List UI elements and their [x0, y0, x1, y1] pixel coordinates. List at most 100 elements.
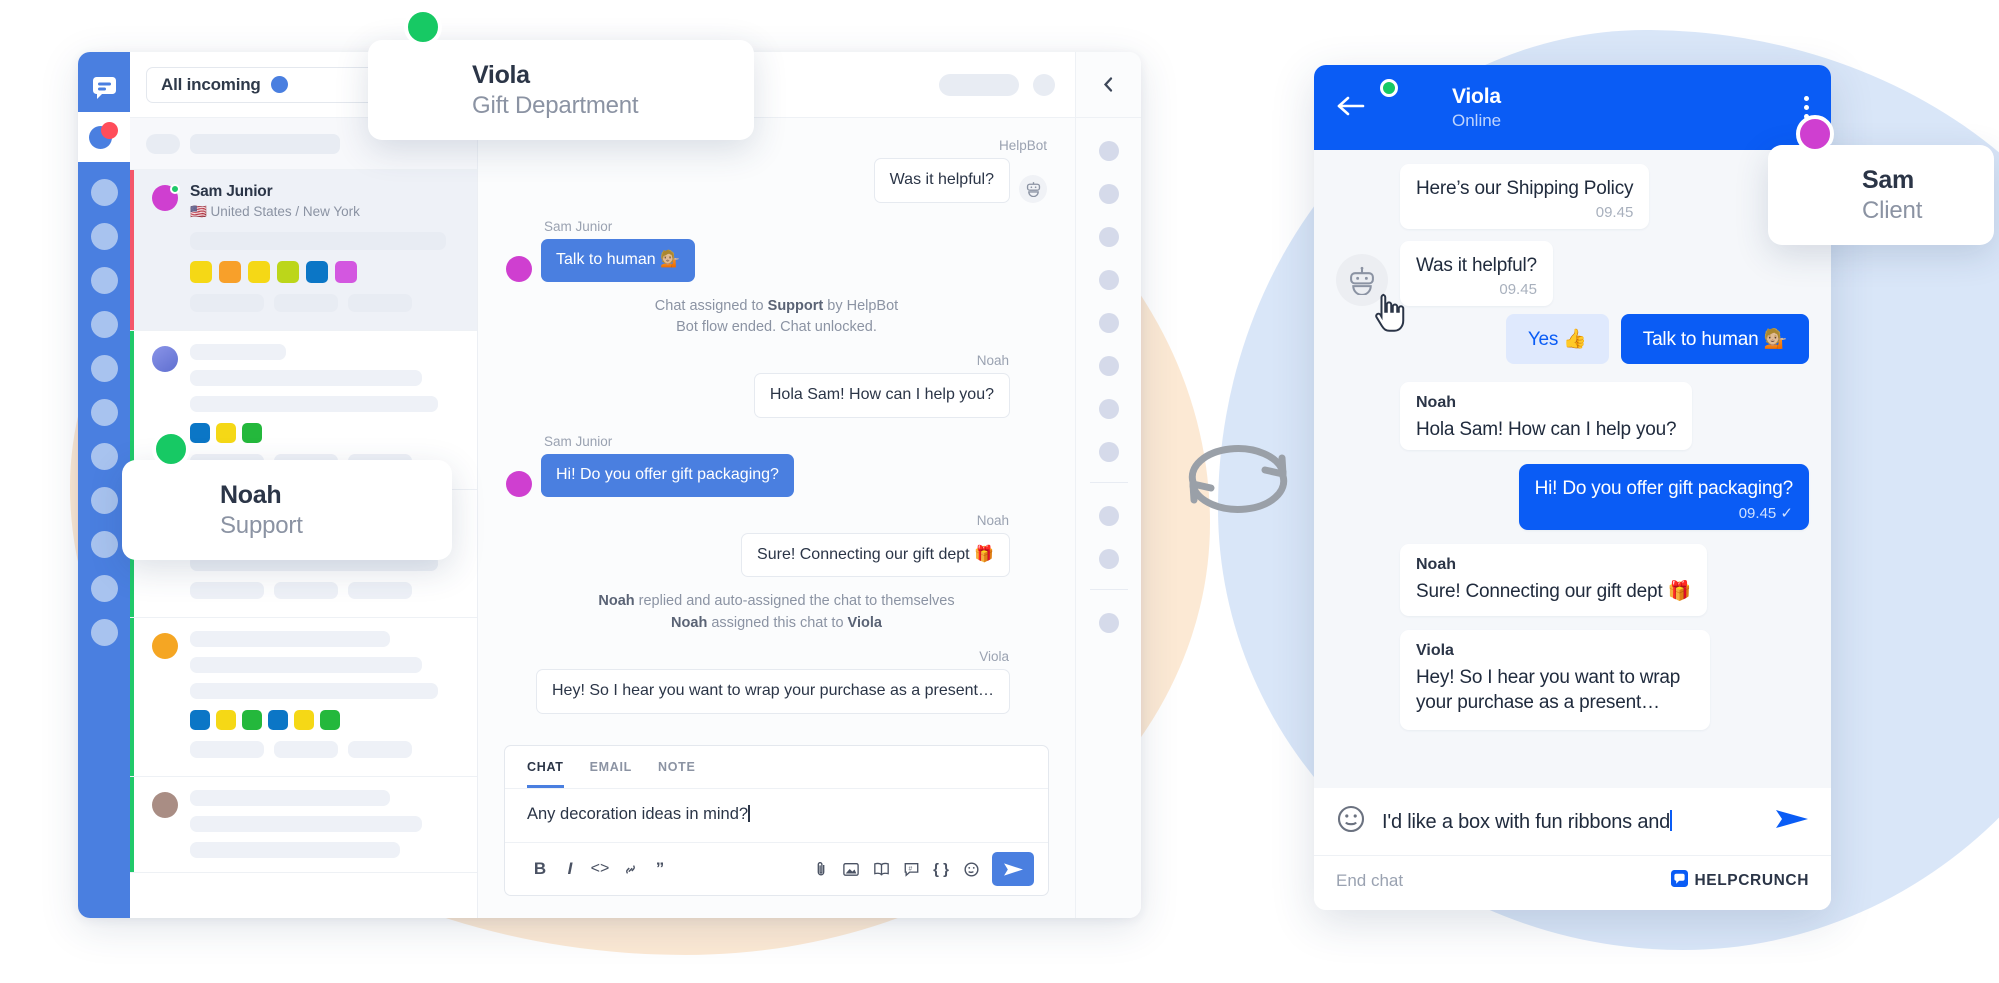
tag-chip[interactable]: [294, 710, 314, 730]
details-placeholder-dot[interactable]: [1098, 399, 1119, 419]
widget-bottom-bar: End chat HELPCRUNCH: [1314, 856, 1831, 910]
message-bubble: Hi! Do you offer gift packaging?: [541, 453, 794, 497]
message-row: Was it helpful?: [506, 158, 1047, 203]
tag-chip[interactable]: [335, 261, 357, 283]
tag-chip[interactable]: [248, 261, 270, 283]
details-placeholder-dot[interactable]: [1098, 141, 1119, 161]
avatar: [506, 470, 532, 497]
variable-icon[interactable]: { }: [926, 855, 956, 883]
message-row: Hola Sam! How can I help you?: [506, 373, 1047, 418]
details-placeholder-dot[interactable]: [1098, 356, 1119, 376]
italic-icon[interactable]: I: [555, 855, 585, 883]
message-sender: Noah: [1416, 394, 1456, 412]
profile-card-role: Support: [220, 511, 303, 539]
details-placeholder-dot[interactable]: [1098, 184, 1119, 204]
rail-item-contacts[interactable]: [78, 112, 130, 162]
widget-input-value: I'd like a box with fun ribbons and: [1382, 810, 1671, 833]
quick-reply-group: Yes 👍 Talk to human 💁🏼: [1336, 314, 1809, 365]
composer-input[interactable]: Any decoration ideas in mind?: [505, 789, 1048, 843]
emoji-icon[interactable]: [956, 855, 986, 883]
helpcrunch-branding[interactable]: HELPCRUNCH: [1670, 870, 1810, 892]
details-placeholder-dot[interactable]: [1098, 506, 1119, 526]
list-item-meta: [190, 294, 461, 312]
noah-avatar: [32, 424, 204, 596]
message-row: Hi! Do you offer gift packaging? 09.45 ✓: [1336, 464, 1809, 531]
image-icon[interactable]: [836, 855, 866, 883]
profile-card-role: Gift Department: [472, 91, 639, 119]
tag-chip[interactable]: [306, 261, 328, 283]
end-chat-button[interactable]: End chat: [1336, 871, 1403, 891]
rail-item-placeholder[interactable]: [90, 267, 118, 294]
details-placeholder-dot[interactable]: [1098, 613, 1119, 633]
list-item-tags: [190, 710, 461, 730]
tag-chip[interactable]: [190, 261, 212, 283]
tag-chip[interactable]: [277, 261, 299, 283]
list-item-name: Sam Junior: [190, 183, 273, 200]
send-button[interactable]: [992, 852, 1034, 886]
tab-email[interactable]: EMAIL: [590, 760, 632, 788]
message-sender: Viola: [979, 648, 1009, 664]
arrow-left-icon[interactable]: [1336, 95, 1366, 121]
list-item[interactable]: Sam Junior 🇺🇸 United States / New York: [130, 170, 477, 331]
list-item-tags: [190, 423, 461, 443]
avatar: [506, 255, 532, 282]
details-rail: [1075, 52, 1141, 918]
rail-item-placeholder[interactable]: [90, 223, 118, 250]
message-sender: Sam Junior: [544, 218, 613, 234]
message-time: 09.45: [1499, 281, 1537, 299]
viola-avatar: [1336, 678, 1388, 730]
message-time: 09.45 ✓: [1738, 505, 1793, 523]
profile-card-role: Client: [1862, 196, 1923, 224]
widget-composer: I'd like a box with fun ribbons and: [1314, 788, 1831, 856]
tab-chat[interactable]: CHAT: [527, 760, 564, 788]
details-collapse-button[interactable]: [1076, 52, 1141, 118]
emoji-icon[interactable]: [1336, 804, 1366, 839]
code-icon[interactable]: <>: [585, 855, 615, 883]
rail-item-placeholder[interactable]: [90, 179, 118, 206]
tag-chip[interactable]: [190, 423, 210, 443]
quick-reply-yes[interactable]: Yes 👍: [1505, 314, 1609, 365]
list-item[interactable]: [130, 618, 477, 777]
attachment-icon[interactable]: [806, 855, 836, 883]
tag-chip[interactable]: [242, 710, 262, 730]
message-bubble: Hey! So I hear you want to wrap your pur…: [535, 668, 1010, 714]
helpcrunch-logo-icon: [1670, 870, 1688, 892]
message-sender: Noah: [1416, 556, 1456, 574]
rail-item-placeholder[interactable]: [90, 355, 118, 382]
details-placeholder-dot[interactable]: [1098, 270, 1119, 290]
knowledge-base-icon[interactable]: [866, 855, 896, 883]
message-row: Noah Hola Sam! How can I help you?: [1336, 382, 1809, 451]
bold-icon[interactable]: B: [525, 855, 555, 883]
tag-chip[interactable]: [216, 423, 236, 443]
tag-chip[interactable]: [216, 710, 236, 730]
message-bubble: Noah Sure! Connecting our gift dept 🎁: [1400, 544, 1707, 617]
tag-chip[interactable]: [219, 261, 241, 283]
rail-item-placeholder[interactable]: [90, 619, 118, 646]
quick-reply-talk-to-human[interactable]: Talk to human 💁🏼: [1620, 314, 1809, 365]
details-placeholder-dot[interactable]: [1098, 227, 1119, 247]
rail-item-inbox[interactable]: [78, 62, 130, 112]
message-row: Sure! Connecting our gift dept 🎁: [506, 532, 1047, 578]
quote-icon[interactable]: ”: [645, 855, 675, 883]
avatar: [152, 633, 178, 659]
tag-chip[interactable]: [320, 710, 340, 730]
profile-card-sam: Sam Client: [1768, 115, 1994, 245]
details-placeholder-dot[interactable]: [1098, 442, 1119, 462]
rail-item-placeholder[interactable]: [90, 311, 118, 338]
send-button[interactable]: [1775, 807, 1809, 836]
rail-item-placeholder[interactable]: [90, 399, 118, 426]
tag-chip[interactable]: [190, 710, 210, 730]
link-icon[interactable]: [615, 855, 645, 883]
details-placeholder-dot[interactable]: [1098, 313, 1119, 333]
chevron-left-icon: [1103, 77, 1113, 92]
tag-chip[interactable]: [268, 710, 288, 730]
sam-avatar: [1676, 109, 1848, 281]
divider: [1089, 589, 1128, 590]
canned-response-icon[interactable]: #: [896, 855, 926, 883]
details-placeholder-dot[interactable]: [1098, 549, 1119, 569]
tab-note[interactable]: NOTE: [658, 760, 696, 788]
avatar: [152, 184, 180, 211]
list-item[interactable]: [130, 777, 477, 873]
tag-chip[interactable]: [242, 423, 262, 443]
widget-input[interactable]: I'd like a box with fun ribbons and: [1382, 809, 1759, 834]
